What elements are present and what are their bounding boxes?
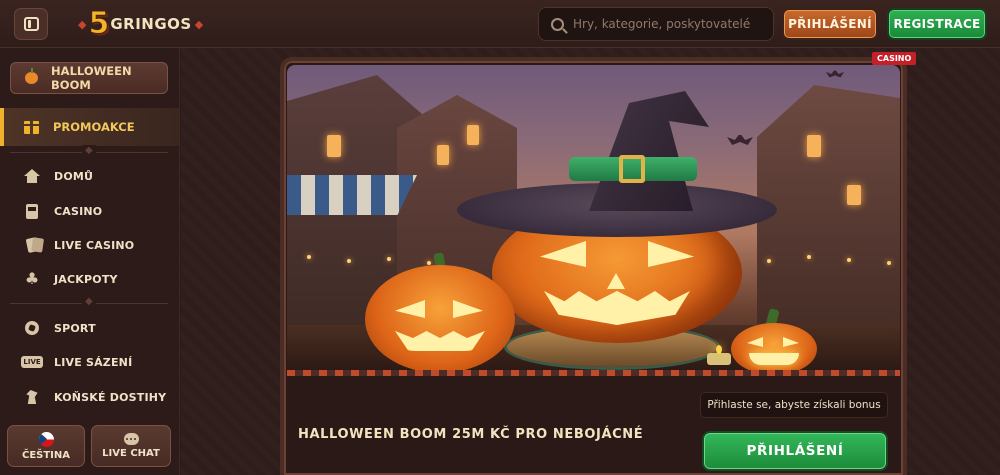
building-right xyxy=(757,85,900,345)
sidebar-item-casino[interactable]: CASINO xyxy=(0,196,179,226)
bat xyxy=(825,70,845,78)
sidebar-item-label: PROMOAKCE xyxy=(53,120,135,134)
lit-window xyxy=(327,135,341,157)
live-chat-button[interactable]: LIVE CHAT xyxy=(91,425,171,467)
login-bonus-hint: Přihlaste se, abyste získali bonus xyxy=(700,392,888,418)
bat xyxy=(727,135,753,145)
sidebar-item-label: CASINO xyxy=(54,204,103,218)
sidebar-item-live-betting[interactable]: LIVE LIVE SÁZENÍ xyxy=(0,347,179,377)
jack-o-lantern-left xyxy=(365,265,515,370)
logo-ornament-right-icon: ◆ xyxy=(194,17,204,31)
site-logo[interactable]: ◆ 5 GRINGOS ◆ xyxy=(78,6,203,41)
soccer-ball-icon xyxy=(24,320,40,336)
sidebar-item-label: DOMŮ xyxy=(54,169,94,183)
language-button[interactable]: ČEŠTINA xyxy=(7,425,85,467)
login-button[interactable]: PŘIHLÁŠENÍ xyxy=(782,8,878,40)
logo-word: GRINGOS xyxy=(110,15,192,33)
striped-awning xyxy=(287,175,417,215)
banner-login-button[interactable]: PŘIHLÁŠENÍ xyxy=(702,431,888,471)
logo-number: 5 xyxy=(88,6,110,41)
pumpkin-icon xyxy=(25,68,39,84)
sidebar-toggle-button[interactable] xyxy=(14,8,48,40)
sidebar-item-home[interactable]: DOMŮ xyxy=(0,161,179,191)
sidebar-item-label: KOŇSKÉ DOSTIHY xyxy=(54,390,167,404)
live-icon: LIVE xyxy=(21,356,43,368)
czech-flag-icon xyxy=(38,431,54,447)
logo-ornament-left-icon: ◆ xyxy=(78,17,87,31)
decorative-trim xyxy=(287,370,900,376)
sidebar-item-promotions[interactable]: PROMOAKCE xyxy=(0,108,179,146)
sidebar-item-label: LIVE SÁZENÍ xyxy=(54,355,133,369)
sidebar: HALLOWEEN BOOM PROMOAKCE DOMŮ CASINO LIV… xyxy=(0,48,180,475)
clover-icon: ♣ xyxy=(24,269,40,288)
sidebar-item-halloween-boom[interactable]: HALLOWEEN BOOM xyxy=(10,62,168,94)
jack-o-lantern-right xyxy=(731,323,817,370)
main-content: Přihlaste se, abyste získali bonus HALLO… xyxy=(181,48,1000,475)
horse-icon xyxy=(24,389,40,405)
slot-machine-icon xyxy=(24,203,40,219)
lit-window xyxy=(847,185,861,205)
sidebar-item-sport[interactable]: SPORT xyxy=(0,313,179,343)
promo-title: HALLOWEEN BOOM 25M KČ PRO NEBOJÁCNÉ xyxy=(298,427,644,442)
sidebar-item-live-casino[interactable]: LIVE CASINO xyxy=(0,230,179,260)
sidebar-item-jackpots[interactable]: ♣ JACKPOTY xyxy=(0,264,179,294)
gift-icon xyxy=(23,120,40,134)
search-icon xyxy=(551,17,564,31)
witch-hat-buckle xyxy=(619,155,645,183)
promo-banner-card: Přihlaste se, abyste získali bonus HALLO… xyxy=(280,57,907,475)
register-button[interactable]: REGISTRACE xyxy=(887,8,987,40)
chat-bubble-icon xyxy=(123,433,139,445)
live-chat-label: LIVE CHAT xyxy=(102,448,160,459)
search-box[interactable] xyxy=(538,7,774,41)
sidebar-item-label: JACKPOTY xyxy=(54,272,118,286)
sidebar-item-horse-racing[interactable]: KOŇSKÉ DOSTIHY xyxy=(0,382,179,412)
sidebar-item-label: LIVE CASINO xyxy=(54,238,135,252)
search-input[interactable] xyxy=(573,17,763,31)
cards-icon xyxy=(24,237,40,253)
sidebar-panel-icon xyxy=(23,17,39,31)
lit-window xyxy=(807,135,821,157)
home-icon xyxy=(24,168,40,184)
casino-badge: CASINO xyxy=(872,52,917,65)
sidebar-item-label: SPORT xyxy=(54,321,96,335)
sidebar-item-label: HALLOWEEN BOOM xyxy=(51,64,132,92)
halloween-banner-image[interactable] xyxy=(287,65,900,370)
sidebar-divider xyxy=(10,145,168,156)
language-label: ČEŠTINA xyxy=(21,449,71,461)
lit-window xyxy=(467,125,479,145)
lit-window xyxy=(437,145,449,165)
sidebar-divider xyxy=(10,296,168,307)
top-header: ◆ 5 GRINGOS ◆ PŘIHLÁŠENÍ REGISTRACE xyxy=(0,0,1000,48)
candle xyxy=(707,345,731,365)
